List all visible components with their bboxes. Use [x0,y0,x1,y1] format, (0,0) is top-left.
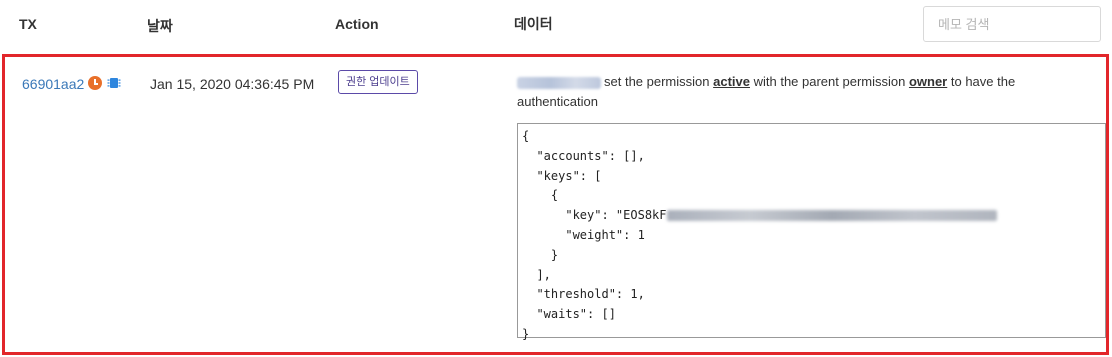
clock-icon [88,76,102,90]
column-header-action: Action [335,16,379,32]
parent-permission-name: owner [908,74,948,89]
json-data-box: { "accounts": [], "keys": [ { "key": "EO… [517,123,1106,341]
tx-id-link[interactable]: 66901aa2 [22,76,84,92]
column-header-date: 날짜 [147,18,173,34]
action-badge[interactable]: 권한 업데이트 [338,70,418,94]
table-row: 66901aa2 Jan 15, 2020 04:36:45 PM 권한 업데이… [2,54,1109,355]
permission-name: active [713,74,750,89]
tx-description: set the permission active with the paren… [517,74,1016,109]
public-key-redacted [666,210,997,222]
table-header: TX 날짜 Action 데이터 [0,0,1112,50]
column-header-data: 데이터 [514,16,553,32]
chip-icon [107,78,121,88]
tx-date: Jan 15, 2020 04:36:45 PM [150,76,315,92]
memo-search-input[interactable] [923,6,1101,42]
column-header-tx: TX [19,16,37,32]
account-name-redacted [517,76,601,89]
